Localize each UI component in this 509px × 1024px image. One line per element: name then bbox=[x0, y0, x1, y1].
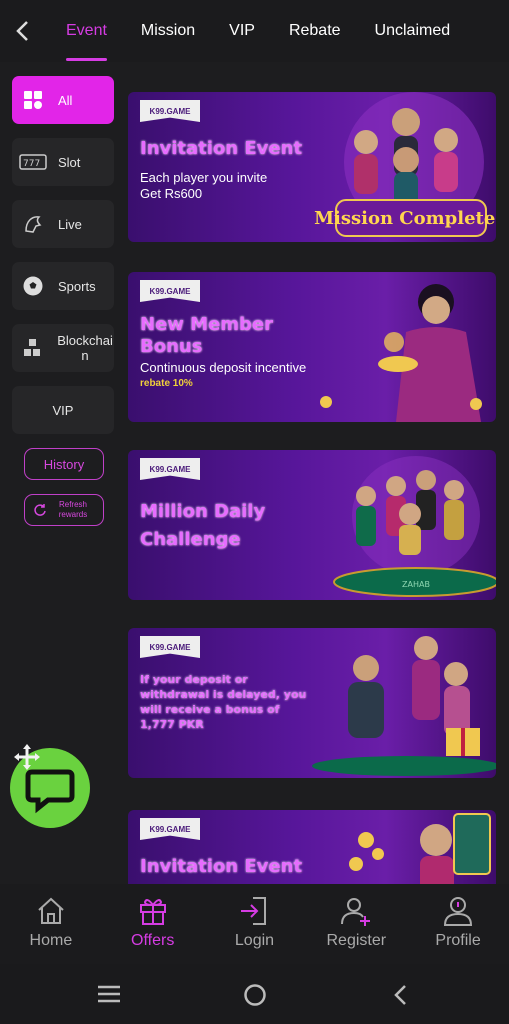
system-back-icon[interactable] bbox=[390, 982, 412, 1008]
sidebar-item-label: Sports bbox=[58, 278, 96, 294]
soccer-ball-icon bbox=[18, 275, 48, 297]
back-arrow-icon[interactable] bbox=[12, 18, 34, 44]
refresh-rewards-label: Refresh rewards bbox=[58, 500, 88, 519]
sidebar-item-all[interactable]: All bbox=[12, 76, 114, 124]
sidebar-item-label: All bbox=[58, 92, 73, 108]
banner-title: Invitation Event bbox=[140, 138, 303, 159]
sidebar-item-label: VIP bbox=[52, 402, 74, 418]
sidebar-item-label: Live bbox=[58, 216, 82, 232]
banner-artwork: Mission Completed bbox=[314, 92, 496, 237]
sidebar-item-slot[interactable]: 777 Slot bbox=[12, 138, 114, 186]
refresh-icon bbox=[34, 504, 46, 516]
bottom-navigation: Home Offers Login Register Profile bbox=[0, 884, 509, 964]
event-banner-new-member[interactable]: K99.GAME New Member Bonus Continuous dep… bbox=[128, 272, 496, 422]
tab-event[interactable]: Event bbox=[66, 0, 107, 62]
live-dealer-icon bbox=[18, 213, 48, 235]
nav-offers[interactable]: Offers bbox=[103, 884, 203, 964]
slot-icon: 777 bbox=[18, 154, 48, 170]
brand-badge: K99.GAME bbox=[140, 636, 200, 658]
refresh-rewards-button[interactable]: Refresh rewards bbox=[24, 494, 104, 526]
tab-rebate[interactable]: Rebate bbox=[289, 0, 341, 62]
banner-title: Million Daily Challenge bbox=[140, 501, 266, 550]
svg-text:777: 777 bbox=[23, 159, 40, 169]
home-circle-icon[interactable] bbox=[242, 982, 268, 1008]
tab-bar: Event Mission VIP Rebate Unclaimed bbox=[66, 0, 509, 62]
nav-home-label: Home bbox=[29, 932, 73, 949]
drag-handle-icon[interactable] bbox=[12, 742, 42, 772]
gift-icon bbox=[139, 899, 166, 925]
event-banner-delay-bonus[interactable]: K99.GAME If your deposit or withdrawal i… bbox=[128, 628, 496, 778]
mission-completed-text: Mission Completed bbox=[314, 208, 496, 229]
nav-register-label: Register bbox=[326, 932, 387, 949]
sidebar-item-label: Blockchain bbox=[57, 333, 113, 363]
top-bar: Event Mission VIP Rebate Unclaimed bbox=[0, 0, 509, 62]
register-icon bbox=[341, 898, 371, 926]
banner-artwork: ZAHAB bbox=[333, 456, 496, 597]
system-navigation-bar bbox=[0, 964, 509, 1024]
tab-vip[interactable]: VIP bbox=[229, 0, 255, 62]
sidebar-item-blockchain[interactable]: Blockchain bbox=[12, 324, 114, 372]
home-icon bbox=[38, 897, 64, 924]
banner-subtitle: Continuous deposit incentive bbox=[140, 360, 307, 375]
banner-artwork bbox=[320, 284, 482, 422]
category-sidebar: All 777 Slot Live Sports Blockchain VIP … bbox=[12, 76, 116, 526]
banner-rebate-text: rebate 10% bbox=[140, 378, 193, 389]
event-banner-daily-challenge[interactable]: K99.GAME Million Daily Challenge ZAHAB bbox=[128, 450, 496, 600]
history-button[interactable]: History bbox=[24, 448, 104, 480]
sidebar-item-label: Slot bbox=[58, 154, 81, 170]
sidebar-item-sports[interactable]: Sports bbox=[12, 262, 114, 310]
brand-badge: K99.GAME bbox=[140, 280, 200, 302]
banner-title: If your deposit or withdrawal is delayed… bbox=[140, 673, 307, 731]
sidebar-item-vip[interactable]: VIP bbox=[12, 386, 114, 434]
banner-artwork bbox=[312, 636, 496, 776]
grid-icon bbox=[18, 90, 48, 110]
nav-register[interactable]: Register bbox=[306, 884, 406, 964]
recent-apps-icon[interactable] bbox=[96, 984, 122, 1004]
event-list: K99.GAME Invitation Event Each player yo… bbox=[128, 78, 496, 884]
blockchain-icon bbox=[18, 338, 46, 358]
login-icon bbox=[241, 897, 267, 925]
sidebar-item-live[interactable]: Live bbox=[12, 200, 114, 248]
tab-mission[interactable]: Mission bbox=[141, 0, 195, 62]
nav-login[interactable]: Login bbox=[204, 884, 304, 964]
banner-title: New Member Bonus bbox=[140, 314, 274, 357]
banner-artwork bbox=[349, 813, 491, 884]
event-banner-invitation[interactable]: K99.GAME Invitation Event Each player yo… bbox=[128, 92, 496, 242]
nav-profile[interactable]: Profile bbox=[408, 884, 508, 964]
banner-subtitle-2: Get Rs600 bbox=[140, 186, 203, 201]
nav-home[interactable]: Home bbox=[1, 884, 101, 964]
banner-subtitle: Each player you invite bbox=[140, 170, 268, 185]
brand-badge: K99.GAME bbox=[140, 818, 200, 840]
brand-badge: K99.GAME bbox=[140, 100, 200, 122]
table-logo-text: ZAHAB bbox=[402, 580, 430, 589]
profile-icon bbox=[444, 897, 473, 926]
tab-unclaimed[interactable]: Unclaimed bbox=[375, 0, 451, 62]
brand-badge: K99.GAME bbox=[140, 458, 200, 480]
event-banner-invitation-2[interactable]: K99.GAME Invitation Event bbox=[128, 810, 496, 884]
nav-profile-label: Profile bbox=[435, 932, 481, 949]
nav-offers-label: Offers bbox=[131, 932, 175, 949]
nav-login-label: Login bbox=[234, 932, 275, 949]
banner-title: Invitation Event bbox=[140, 856, 303, 877]
